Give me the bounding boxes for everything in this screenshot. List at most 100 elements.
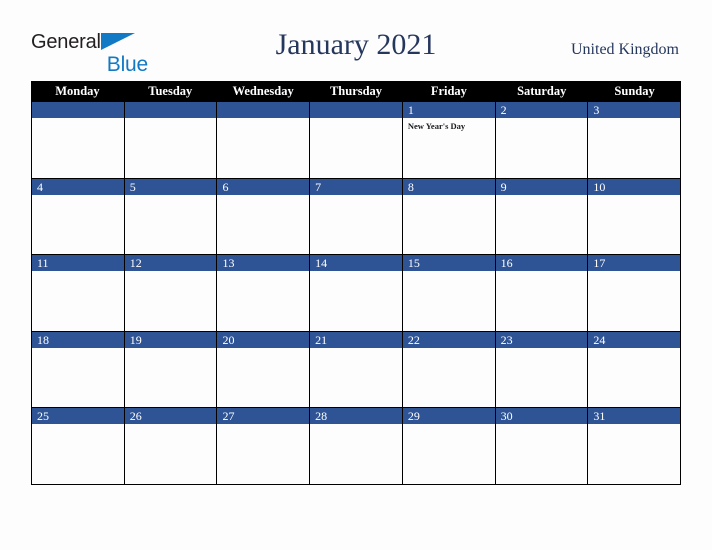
day-number: 13: [217, 255, 310, 271]
day-number: 2: [495, 102, 588, 118]
day-number: 10: [588, 178, 681, 195]
day-number: [217, 102, 310, 118]
day-number: 17: [588, 255, 681, 271]
day-events: [588, 195, 680, 255]
day-cell-6[interactable]: 6: [217, 178, 311, 255]
day-cell-empty[interactable]: [217, 102, 311, 179]
day-number: 11: [32, 255, 124, 271]
day-number: 14: [310, 255, 402, 271]
day-cell-empty[interactable]: [32, 102, 125, 179]
day-number: [32, 102, 124, 118]
day-number: 6: [217, 178, 310, 195]
day-events: New Year's Day: [403, 118, 495, 178]
day-cell-22[interactable]: 22: [402, 331, 496, 408]
day-events: [310, 271, 402, 331]
day-cell-16[interactable]: 16: [495, 255, 589, 332]
weekday-header-tuesday: Tuesday: [148, 84, 193, 98]
day-events: [403, 271, 495, 331]
day-number: 24: [588, 331, 681, 348]
page-header: General Blue January 2021 United Kingdom: [0, 0, 712, 81]
day-events: [32, 271, 124, 331]
day-cell-28[interactable]: 28: [310, 408, 403, 485]
weekday-header-saturday: Saturday: [517, 84, 567, 98]
day-cell-31[interactable]: 31: [588, 408, 682, 485]
day-cell-3[interactable]: 3: [588, 102, 682, 179]
day-cell-8[interactable]: 8: [402, 178, 496, 255]
day-events: [496, 424, 588, 484]
day-cell-17[interactable]: 17: [588, 255, 682, 332]
day-cell-19[interactable]: 19: [124, 331, 218, 408]
day-cell-4[interactable]: 4: [32, 178, 125, 255]
day-cell-30[interactable]: 30: [495, 408, 589, 485]
country-label: United Kingdom: [571, 41, 679, 58]
weekday-header-wednesday: Wednesday: [232, 84, 294, 98]
day-events: [310, 118, 402, 178]
day-number: 22: [402, 331, 495, 348]
day-cell-10[interactable]: 10: [588, 178, 682, 255]
day-number: 9: [495, 178, 588, 195]
weekday-header-thursday: Thursday: [329, 84, 383, 98]
weekday-header-monday: Monday: [55, 84, 100, 98]
calendar-week-row: 4 5 6 7 8 9 10: [32, 178, 682, 255]
calendar-week-row: 11 12 13 14 15 16 17: [32, 255, 682, 332]
day-events: [217, 424, 309, 484]
day-events: [588, 424, 680, 484]
day-cell-21[interactable]: 21: [310, 331, 403, 408]
day-events: [32, 348, 124, 408]
day-number: 8: [402, 178, 495, 195]
day-number: 27: [217, 408, 310, 424]
day-cell-9[interactable]: 9: [495, 178, 589, 255]
day-cell-23[interactable]: 23: [495, 331, 589, 408]
day-events: [588, 118, 680, 178]
day-cell-2[interactable]: 2: [495, 102, 589, 179]
day-cell-20[interactable]: 20: [217, 331, 311, 408]
day-events: [310, 424, 402, 484]
day-cell-empty[interactable]: [310, 102, 403, 179]
day-cell-7[interactable]: 7: [310, 178, 403, 255]
day-cell-24[interactable]: 24: [588, 331, 682, 408]
day-cell-18[interactable]: 18: [32, 331, 125, 408]
day-cell-1[interactable]: 1 New Year's Day: [402, 102, 496, 179]
day-cell-15[interactable]: 15: [402, 255, 496, 332]
day-events: [125, 348, 217, 408]
day-number: 28: [310, 408, 402, 424]
day-number: 5: [124, 178, 217, 195]
day-number: 20: [217, 331, 310, 348]
day-events: [310, 348, 402, 408]
day-number: 3: [588, 102, 681, 118]
day-number: 31: [588, 408, 681, 424]
day-number: 30: [495, 408, 588, 424]
day-cell-13[interactable]: 13: [217, 255, 311, 332]
day-events: [496, 271, 588, 331]
day-events: [588, 271, 680, 331]
day-events: [403, 424, 495, 484]
day-cell-25[interactable]: 25: [32, 408, 125, 485]
day-cell-5[interactable]: 5: [124, 178, 218, 255]
day-cell-11[interactable]: 11: [32, 255, 125, 332]
day-number: 18: [32, 331, 124, 348]
weekday-header-friday: Friday: [430, 84, 467, 98]
day-events: [32, 118, 124, 178]
day-events: [310, 195, 402, 255]
holiday-label: New Year's Day: [407, 121, 466, 131]
day-number: 19: [124, 331, 217, 348]
day-events: [403, 348, 495, 408]
day-events: [125, 118, 217, 178]
day-cell-27[interactable]: 27: [217, 408, 311, 485]
day-cell-14[interactable]: 14: [310, 255, 403, 332]
day-events: [496, 348, 588, 408]
day-events: [588, 348, 680, 408]
day-cell-26[interactable]: 26: [124, 408, 218, 485]
day-cell-empty[interactable]: [124, 102, 218, 179]
day-number: 7: [310, 178, 402, 195]
day-cell-29[interactable]: 29: [402, 408, 496, 485]
day-events: [217, 348, 309, 408]
day-events: [125, 195, 217, 255]
day-events: [125, 271, 217, 331]
calendar-week-row: 18 19 20 21 22 23 24: [32, 331, 682, 408]
day-events: [403, 195, 495, 255]
weekday-header-row: Monday Tuesday Wednesday Thursday Friday Satu…: [31, 81, 681, 101]
calendar-weeks: 1 New Year's Day 2 3 4 5 6 7 8 9 10 11 12 13 14 15 16 17 1…: [31, 101, 682, 485]
day-cell-12[interactable]: 12: [124, 255, 218, 332]
weekday-header-sunday: Sunday: [614, 84, 655, 98]
